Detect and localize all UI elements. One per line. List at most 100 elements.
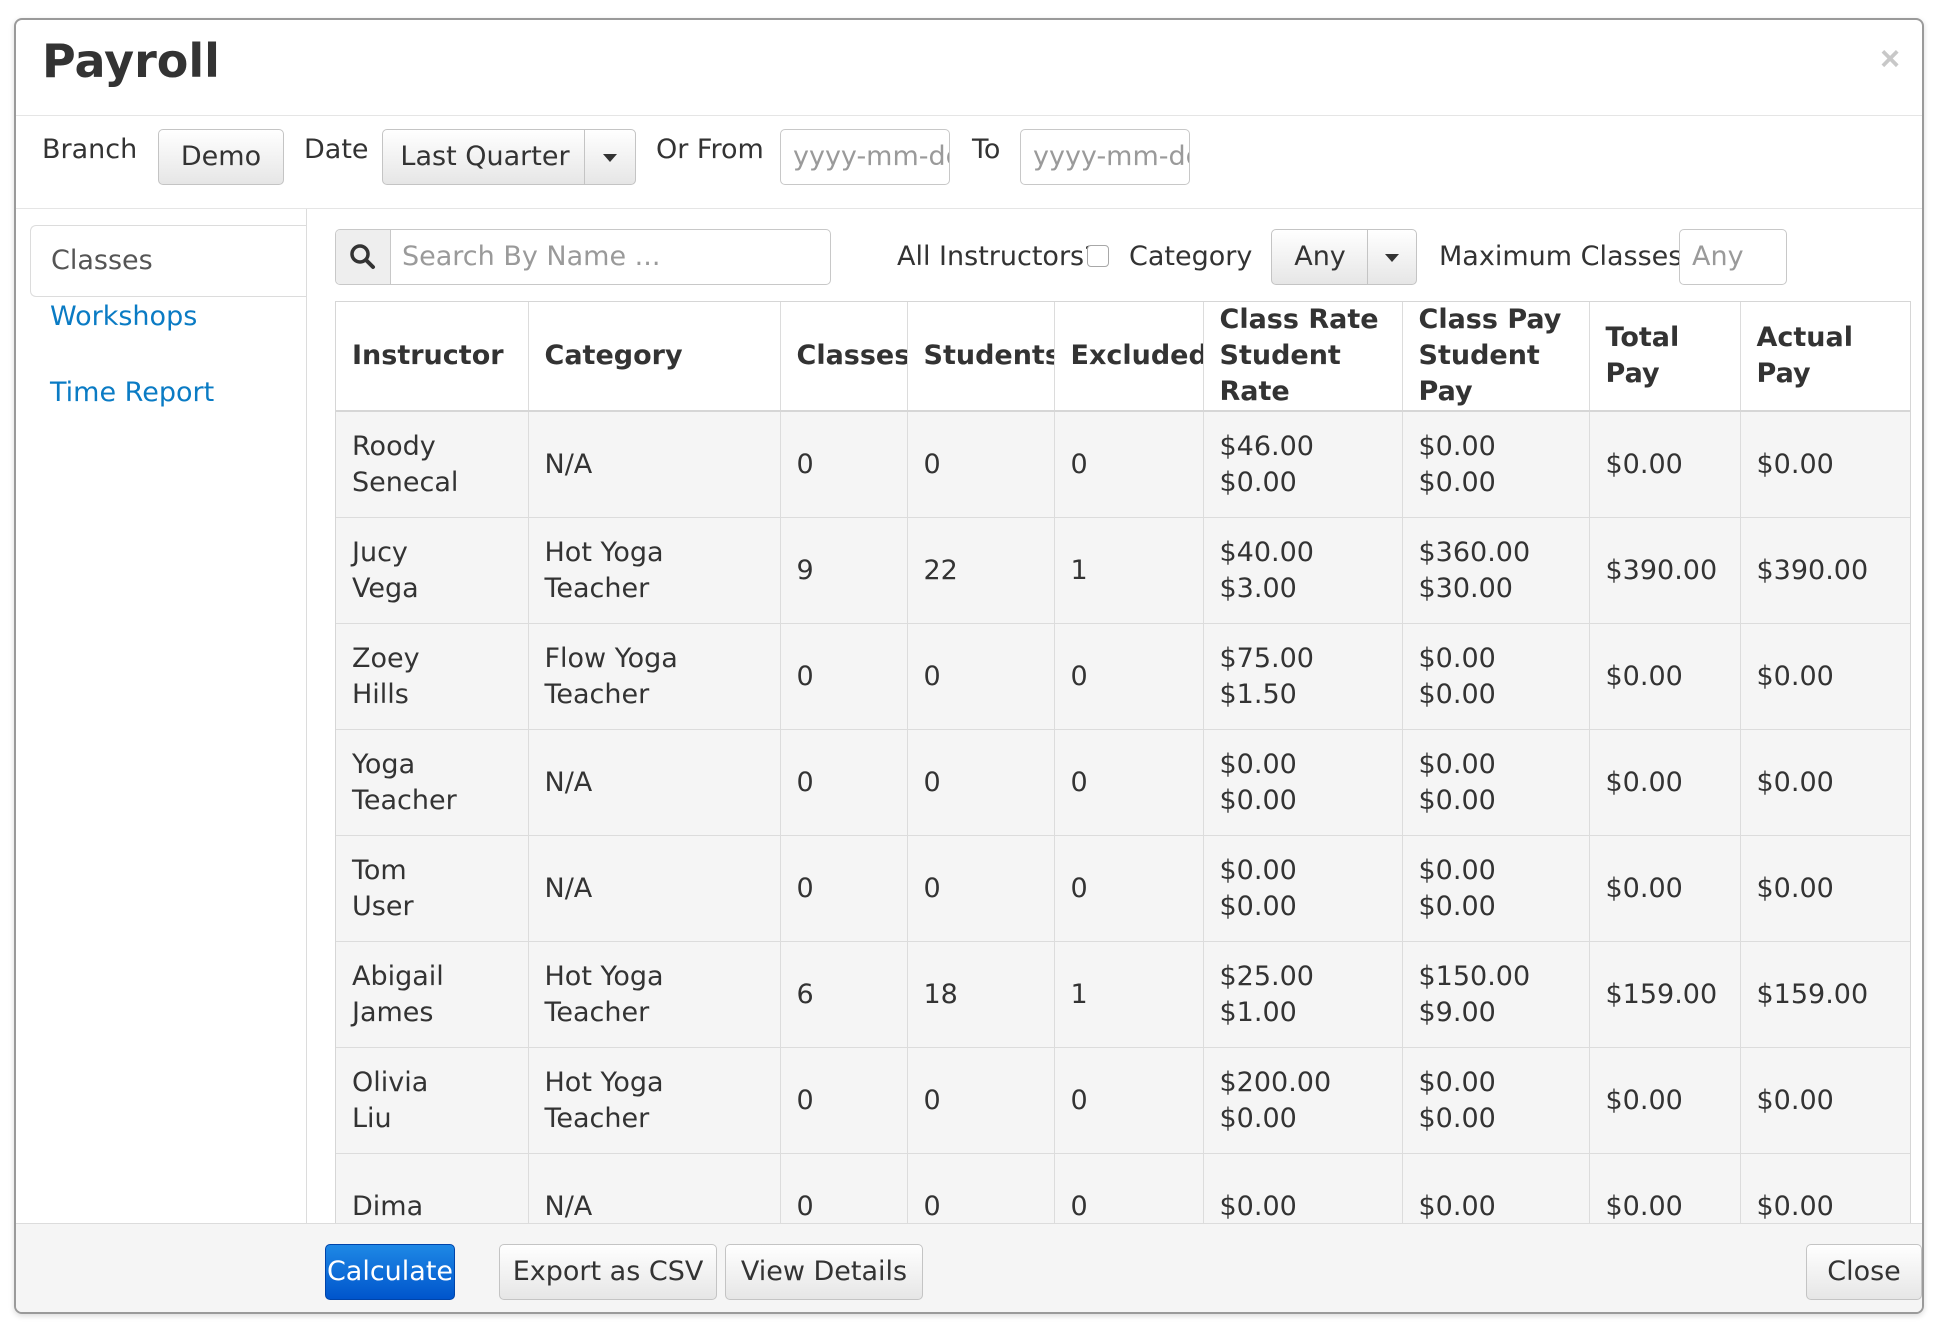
rate-cell-secondary-value: $1.00 [1219, 996, 1297, 1028]
branch-value: Demo [180, 141, 262, 172]
modal-header: Payroll × [16, 20, 1922, 116]
total-pay-cell-value: $159.00 [1605, 978, 1718, 1010]
instructor-cell-secondary-value: Vega [352, 572, 419, 604]
category-label: Category [1129, 241, 1253, 272]
close-icon[interactable]: × [1880, 40, 1900, 79]
tab-time-report[interactable]: Time Report [50, 377, 214, 408]
students-cell-value: 22 [923, 554, 958, 586]
excluded-cell-value: 1 [1070, 978, 1088, 1010]
classes-cell: 6 [780, 941, 908, 1048]
excluded-cell: 0 [1054, 411, 1204, 518]
payroll-table-container: Instructor Category Classes Students Exclude… [335, 301, 1911, 1223]
students-cell: 0 [907, 729, 1055, 836]
instructor-cell-secondary-value: User [352, 890, 414, 922]
chevron-down-icon[interactable] [1367, 230, 1416, 284]
table-row[interactable]: Yoga Teacher N/A 0 0 0 $0.00 $0.00 $0.00 $0.00 $0.… [336, 729, 1910, 836]
search-box[interactable]: Search By Name ... [335, 229, 831, 285]
students-cell-value: 0 [923, 872, 941, 904]
tab-workshops[interactable]: Workshops [50, 301, 197, 332]
instructor-cell: Roody Senecal [336, 411, 529, 518]
tab-classes[interactable]: Classes [30, 225, 306, 297]
rate-cell: $25.00 $1.00 [1203, 941, 1403, 1048]
students-cell: 18 [907, 941, 1055, 1048]
category-cell-value: Hot Yoga Teacher [544, 536, 664, 604]
excluded-cell-value: 0 [1070, 766, 1088, 798]
chevron-down-icon[interactable] [584, 130, 635, 184]
table-row[interactable]: Roody Senecal N/A 0 0 0 $46.00 $0.00 $0.00 $0.00 $… [336, 411, 1910, 518]
rate-cell-value: $0.00 [1219, 854, 1297, 886]
from-date-input[interactable]: yyyy-mm-dd [780, 129, 950, 185]
column-header-sublabel: Student Rate [1219, 340, 1341, 407]
search-icon [336, 230, 391, 284]
actual-pay-cell: $0.00 [1740, 411, 1910, 518]
table-body: Roody Senecal N/A 0 0 0 $46.00 $0.00 $0.00 $0.00 $… [336, 411, 1910, 1223]
all-instructors-checkbox[interactable] [1087, 245, 1109, 267]
actual-pay-cell-value: $0.00 [1756, 766, 1834, 798]
students-cell-value: 0 [923, 1190, 941, 1222]
table-row[interactable]: Dima N/A 0 0 0 $0.00 $0.00 $0.00 $0.00 [336, 1153, 1910, 1223]
excluded-cell: 1 [1054, 941, 1204, 1048]
rate-cell: $0.00 [1203, 1153, 1403, 1223]
column-header-label: Class Pay [1418, 304, 1562, 335]
excluded-cell: 0 [1054, 835, 1204, 942]
close-button[interactable]: Close [1806, 1244, 1922, 1300]
column-header-label: Excluded [1070, 340, 1203, 371]
pay-cell-value: $0.00 [1418, 748, 1496, 780]
students-cell: 0 [907, 835, 1055, 942]
table-row[interactable]: Abigail James Hot Yoga Teacher 6 18 1 $25.00 $1… [336, 941, 1910, 1048]
search-input[interactable]: Search By Name ... [402, 230, 660, 284]
calculate-button[interactable]: Calculate [325, 1244, 455, 1300]
filter-bar: Branch Demo Date Last Quarter Or From yy… [16, 116, 1922, 209]
actual-pay-cell-value: $0.00 [1756, 1190, 1834, 1222]
excluded-cell-value: 0 [1070, 660, 1088, 692]
rate-cell-secondary-value: $3.00 [1219, 572, 1297, 604]
instructor-cell: Dima [336, 1153, 529, 1223]
payroll-table: Instructor Category Classes Students Exclude… [336, 302, 1910, 1223]
instructor-cell-secondary-value: Senecal [352, 466, 459, 498]
instructor-cell-value: Dima [352, 1190, 424, 1222]
total-pay-cell-value: $390.00 [1605, 554, 1718, 586]
students-cell-value: 18 [923, 978, 958, 1010]
pay-cell: $0.00 $0.00 [1402, 835, 1590, 942]
classes-cell-value: 6 [796, 978, 814, 1010]
date-range-value: Last Quarter [400, 141, 570, 172]
export-csv-button[interactable]: Export as CSV [499, 1244, 717, 1300]
actual-pay-cell: $0.00 [1740, 1047, 1910, 1154]
to-date-input[interactable]: yyyy-mm-dd [1020, 129, 1190, 185]
total-pay-cell: $0.00 [1589, 835, 1741, 942]
category-dropdown[interactable]: Any [1271, 229, 1417, 285]
pay-cell-value: $360.00 [1418, 536, 1531, 568]
students-cell: 0 [907, 1047, 1055, 1154]
pay-cell-secondary-value: $0.00 [1418, 784, 1496, 816]
table-row[interactable]: Jucy Vega Hot Yoga Teacher 9 22 1 $40.00 $3.00 $… [336, 517, 1910, 624]
column-header-label: Students [923, 340, 1054, 371]
students-cell-value: 0 [923, 660, 941, 692]
excluded-cell-value: 0 [1070, 1190, 1088, 1222]
instructor-cell-value: Tom [352, 854, 407, 886]
view-details-button[interactable]: View Details [725, 1244, 923, 1300]
or-from-label: Or From [656, 134, 764, 165]
modal-footer: Calculate Export as CSV View Details Clo… [16, 1223, 1922, 1312]
actual-pay-cell: $0.00 [1740, 623, 1910, 730]
students-cell: 0 [907, 411, 1055, 518]
rate-cell-secondary-value: $0.00 [1219, 466, 1297, 498]
branch-select-button[interactable]: Demo [158, 129, 284, 185]
instructor-cell: Zoey Hills [336, 623, 529, 730]
table-row[interactable]: Zoey Hills Flow Yoga Teacher 0 0 0 $75.00 $1.50… [336, 623, 1910, 730]
pay-cell-secondary-value: $0.00 [1418, 678, 1496, 710]
actual-pay-cell: $390.00 [1740, 517, 1910, 624]
actual-pay-cell-value: $159.00 [1756, 978, 1869, 1010]
students-cell: 0 [907, 1153, 1055, 1223]
date-range-dropdown[interactable]: Last Quarter [382, 129, 636, 185]
pay-cell-value: $0.00 [1418, 1190, 1496, 1222]
instructor-cell-secondary-value: Teacher [352, 784, 457, 816]
table-row[interactable]: Olivia Liu Hot Yoga Teacher 0 0 0 $200.00 $0.00… [336, 1047, 1910, 1154]
instructor-cell: Abigail James [336, 941, 529, 1048]
actual-pay-cell-value: $390.00 [1756, 554, 1869, 586]
column-header-excluded: Excluded [1054, 302, 1204, 412]
classes-cell: 0 [780, 1153, 908, 1223]
category-cell-value: N/A [544, 872, 593, 904]
maximum-classes-input[interactable]: Any [1679, 229, 1787, 285]
table-row[interactable]: Tom User N/A 0 0 0 $0.00 $0.00 $0.00 $0.00 $0.00 $0… [336, 835, 1910, 942]
total-pay-cell-value: $0.00 [1605, 448, 1683, 480]
